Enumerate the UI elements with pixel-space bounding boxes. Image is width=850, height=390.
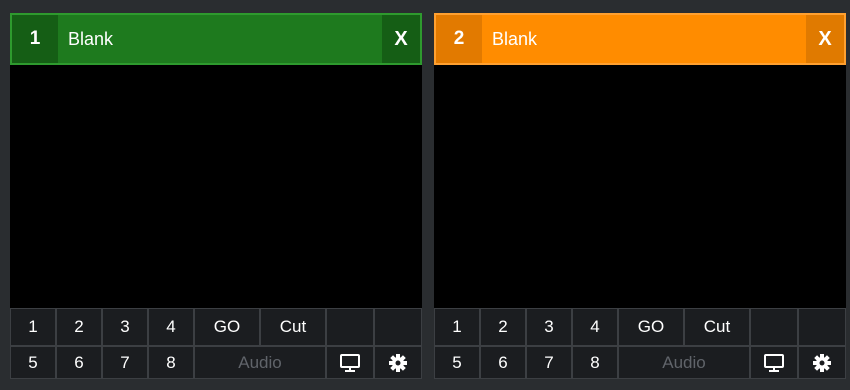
audio-button[interactable]: Audio (194, 346, 326, 379)
settings-button[interactable] (374, 346, 422, 379)
empty-slot (374, 308, 422, 346)
monitor-icon (764, 353, 784, 372)
output-panel-2: 2 Blank X 1 2 3 4 GO Cut 5 6 7 8 Audio (434, 13, 846, 379)
input-button-6[interactable]: 6 (480, 346, 526, 379)
input-button-5[interactable]: 5 (434, 346, 480, 379)
empty-slot (798, 308, 846, 346)
empty-slot (326, 308, 374, 346)
gear-icon (388, 353, 408, 373)
input-button-5[interactable]: 5 (10, 346, 56, 379)
go-button[interactable]: GO (194, 308, 260, 346)
input-button-3[interactable]: 3 (102, 308, 148, 346)
preview-area (10, 65, 422, 308)
panel-number: 1 (12, 15, 58, 63)
input-button-7[interactable]: 7 (102, 346, 148, 379)
monitor-button[interactable] (326, 346, 374, 379)
gear-icon (812, 353, 832, 373)
input-button-8[interactable]: 8 (572, 346, 618, 379)
go-button[interactable]: GO (618, 308, 684, 346)
input-button-6[interactable]: 6 (56, 346, 102, 379)
monitor-icon (340, 353, 360, 372)
empty-slot (750, 308, 798, 346)
input-button-8[interactable]: 8 (148, 346, 194, 379)
close-button[interactable]: X (806, 15, 844, 63)
panel-header: 2 Blank X (434, 13, 846, 65)
input-button-4[interactable]: 4 (572, 308, 618, 346)
cut-button[interactable]: Cut (260, 308, 326, 346)
input-button-4[interactable]: 4 (148, 308, 194, 346)
input-button-3[interactable]: 3 (526, 308, 572, 346)
panel-title: Blank (492, 28, 538, 49)
cut-button[interactable]: Cut (684, 308, 750, 346)
audio-button[interactable]: Audio (618, 346, 750, 379)
settings-button[interactable] (798, 346, 846, 379)
input-button-1[interactable]: 1 (10, 308, 56, 346)
preview-area (434, 65, 846, 308)
input-button-2[interactable]: 2 (480, 308, 526, 346)
monitor-button[interactable] (750, 346, 798, 379)
input-button-7[interactable]: 7 (526, 346, 572, 379)
panel-title: Blank (68, 28, 114, 49)
close-button[interactable]: X (382, 15, 420, 63)
output-panel-1: 1 Blank X 1 2 3 4 GO Cut 5 6 7 8 Audio (10, 13, 422, 379)
panel-number: 2 (436, 15, 482, 63)
input-button-2[interactable]: 2 (56, 308, 102, 346)
panel-header: 1 Blank X (10, 13, 422, 65)
input-button-1[interactable]: 1 (434, 308, 480, 346)
